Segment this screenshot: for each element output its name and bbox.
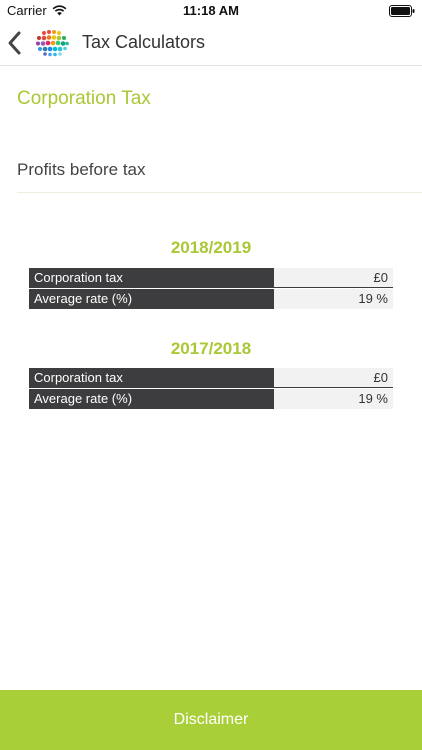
table-row: Average rate (%) 19 %: [29, 289, 393, 309]
status-bar: Carrier 11:18 AM: [0, 0, 422, 22]
chevron-left-icon: [8, 31, 21, 55]
row-label: Corporation tax: [29, 268, 274, 288]
year-heading-2017-2018: 2017/2018: [170, 339, 252, 358]
app-logo-icon: [36, 30, 69, 57]
back-button[interactable]: [6, 30, 26, 56]
battery-icon: [389, 5, 415, 17]
page-title: Corporation Tax: [17, 88, 151, 109]
nav-title: Tax Calculators: [82, 32, 206, 52]
table-row: Average rate (%) 19 %: [29, 389, 393, 409]
navigation-bar: Tax Calculators: [0, 22, 422, 66]
row-label: Average rate (%): [29, 289, 274, 309]
row-value: 19 %: [274, 289, 393, 309]
table-row: Corporation tax £0: [29, 268, 393, 288]
table-row: Corporation tax £0: [29, 368, 393, 388]
row-label: Corporation tax: [29, 368, 274, 388]
row-value: £0: [274, 268, 393, 288]
profits-field: [17, 150, 422, 193]
row-label: Average rate (%): [29, 389, 274, 409]
disclaimer-button[interactable]: Disclaimer: [0, 690, 422, 750]
row-value: £0: [274, 368, 393, 388]
profits-before-tax-input[interactable]: [17, 150, 422, 180]
row-value: 19 %: [274, 389, 393, 409]
results-table-2018-2019: Corporation tax £0 Average rate (%) 19 %: [29, 268, 393, 309]
status-time: 11:18 AM: [183, 3, 239, 18]
year-heading-2018-2019: 2018/2019: [170, 238, 252, 257]
results-table-2017-2018: Corporation tax £0 Average rate (%) 19 %: [29, 368, 393, 409]
